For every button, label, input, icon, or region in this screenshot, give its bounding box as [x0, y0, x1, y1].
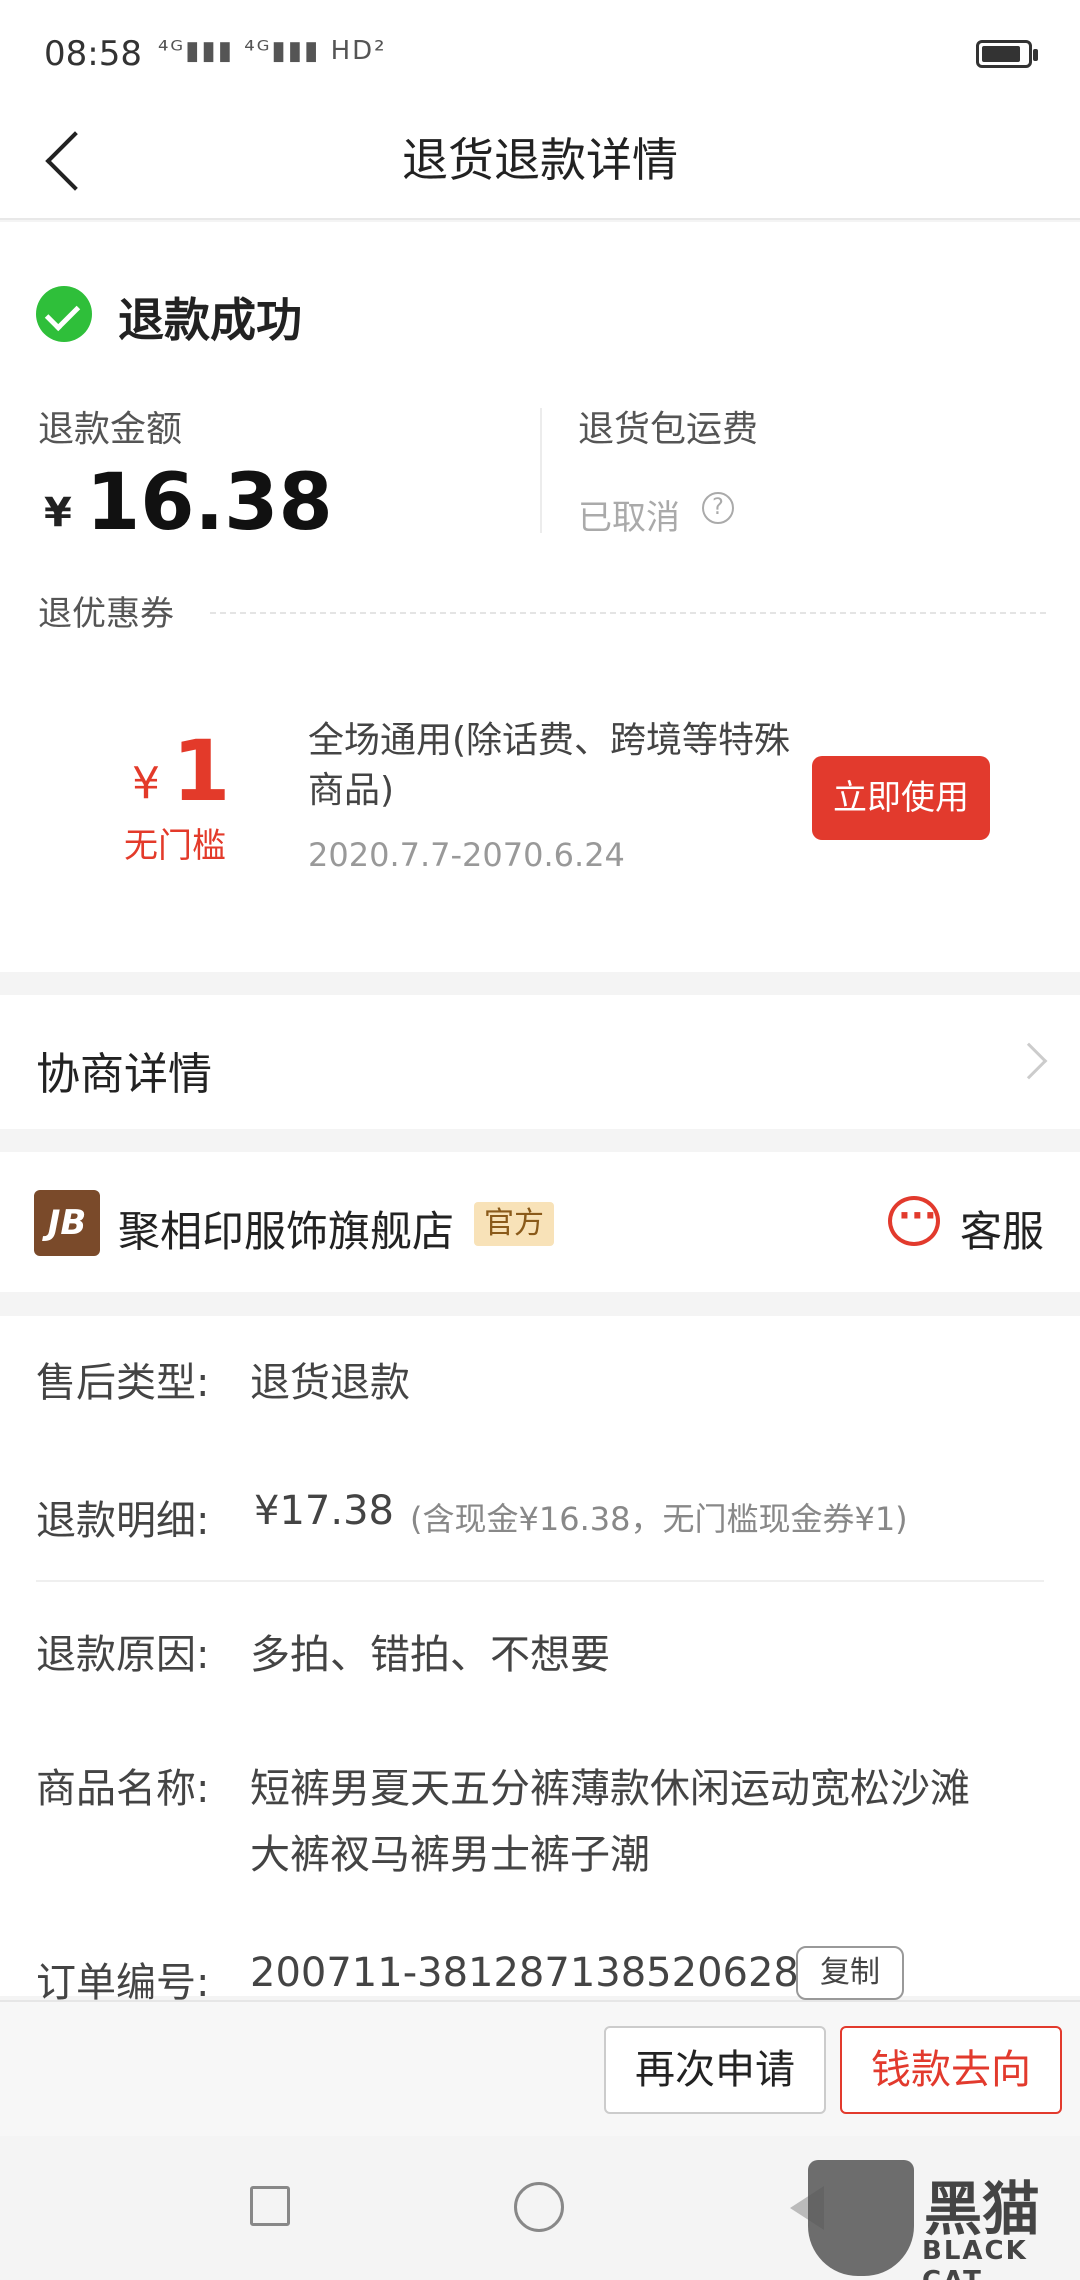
- return-shipping-status: 已取消: [578, 498, 680, 538]
- divider: [540, 408, 542, 533]
- home-icon[interactable]: [514, 2182, 564, 2232]
- customer-service-button[interactable]: 客服: [960, 1198, 1044, 1259]
- product-name-line1: 短裤男夏天五分裤薄款休闲运动宽松沙滩: [250, 1766, 970, 1812]
- divider: [36, 1580, 1044, 1582]
- dashed-divider: [210, 612, 1046, 614]
- battery-icon: [976, 40, 1038, 68]
- signal-icons: ⁴ᴳ▮▮▮ ⁴ᴳ▮▮▮ HD²: [158, 36, 387, 66]
- chat-bubble-icon[interactable]: [888, 1196, 940, 1246]
- refund-amount-label: 退款金额: [38, 409, 183, 450]
- coupon-currency: ¥: [132, 758, 160, 809]
- coupon-validity: 2020.7.7-2070.6.24: [308, 836, 625, 874]
- refund-status: 退款成功: [118, 293, 302, 347]
- copy-order-button[interactable]: 复制: [796, 1946, 904, 2000]
- coupon-section-label: 退优惠券: [38, 594, 174, 634]
- reapply-button[interactable]: 再次申请: [604, 2026, 826, 2114]
- order-number-value: 200711-381287138520628: [250, 1950, 799, 1996]
- watermark-subtext: BLACK CAT: [922, 2236, 1028, 2280]
- refund-reason-value: 多拍、错拍、不想要: [250, 1632, 610, 1678]
- coupon-amount: 1: [172, 722, 231, 820]
- page-title: 退货退款详情: [402, 133, 678, 187]
- coupon-description: 全场通用(除话费、跨境等特殊商品): [308, 720, 791, 811]
- coupon-condition: 无门槛: [124, 826, 226, 866]
- money-flow-button[interactable]: 钱款去向: [840, 2026, 1062, 2114]
- product-name-line2: 大裤衩马裤男士裤子潮: [250, 1832, 650, 1878]
- shop-name[interactable]: 聚相印服饰旗舰店: [118, 1198, 454, 1259]
- aftersale-type-value: 退货退款: [250, 1360, 410, 1406]
- product-name-key: 商品名称:: [36, 1766, 210, 1812]
- use-coupon-button[interactable]: 立即使用: [812, 756, 990, 840]
- refund-breakdown-note: (含现金¥16.38，无门槛现金券¥1): [410, 1500, 908, 1538]
- negotiation-label: 协商详情: [36, 1049, 212, 1100]
- watermark-cat-logo: [808, 2160, 914, 2276]
- status-time: 08:58: [44, 34, 142, 74]
- check-circle-icon: [36, 286, 92, 342]
- official-badge: 官方: [474, 1202, 554, 1246]
- back-arrow-icon[interactable]: [40, 124, 90, 194]
- question-icon[interactable]: ?: [702, 492, 734, 524]
- refund-breakdown-value: ¥17.38: [254, 1488, 394, 1534]
- watermark-text: 黑猫: [924, 2175, 1041, 2243]
- recents-icon[interactable]: [250, 2186, 290, 2226]
- refund-amount-value: 16.38: [86, 458, 333, 548]
- refund-amount-currency: ¥: [44, 490, 72, 536]
- shop-logo[interactable]: JB: [34, 1190, 100, 1256]
- refund-reason-key: 退款原因:: [36, 1632, 210, 1678]
- screen: 08:58 ⁴ᴳ▮▮▮ ⁴ᴳ▮▮▮ HD² 退货退款详情 退款成功 退款金额 ¥…: [0, 0, 1080, 2280]
- refund-breakdown-key: 退款明细:: [36, 1498, 210, 1544]
- aftersale-type-key: 售后类型:: [36, 1360, 210, 1406]
- return-shipping-label: 退货包运费: [578, 409, 759, 450]
